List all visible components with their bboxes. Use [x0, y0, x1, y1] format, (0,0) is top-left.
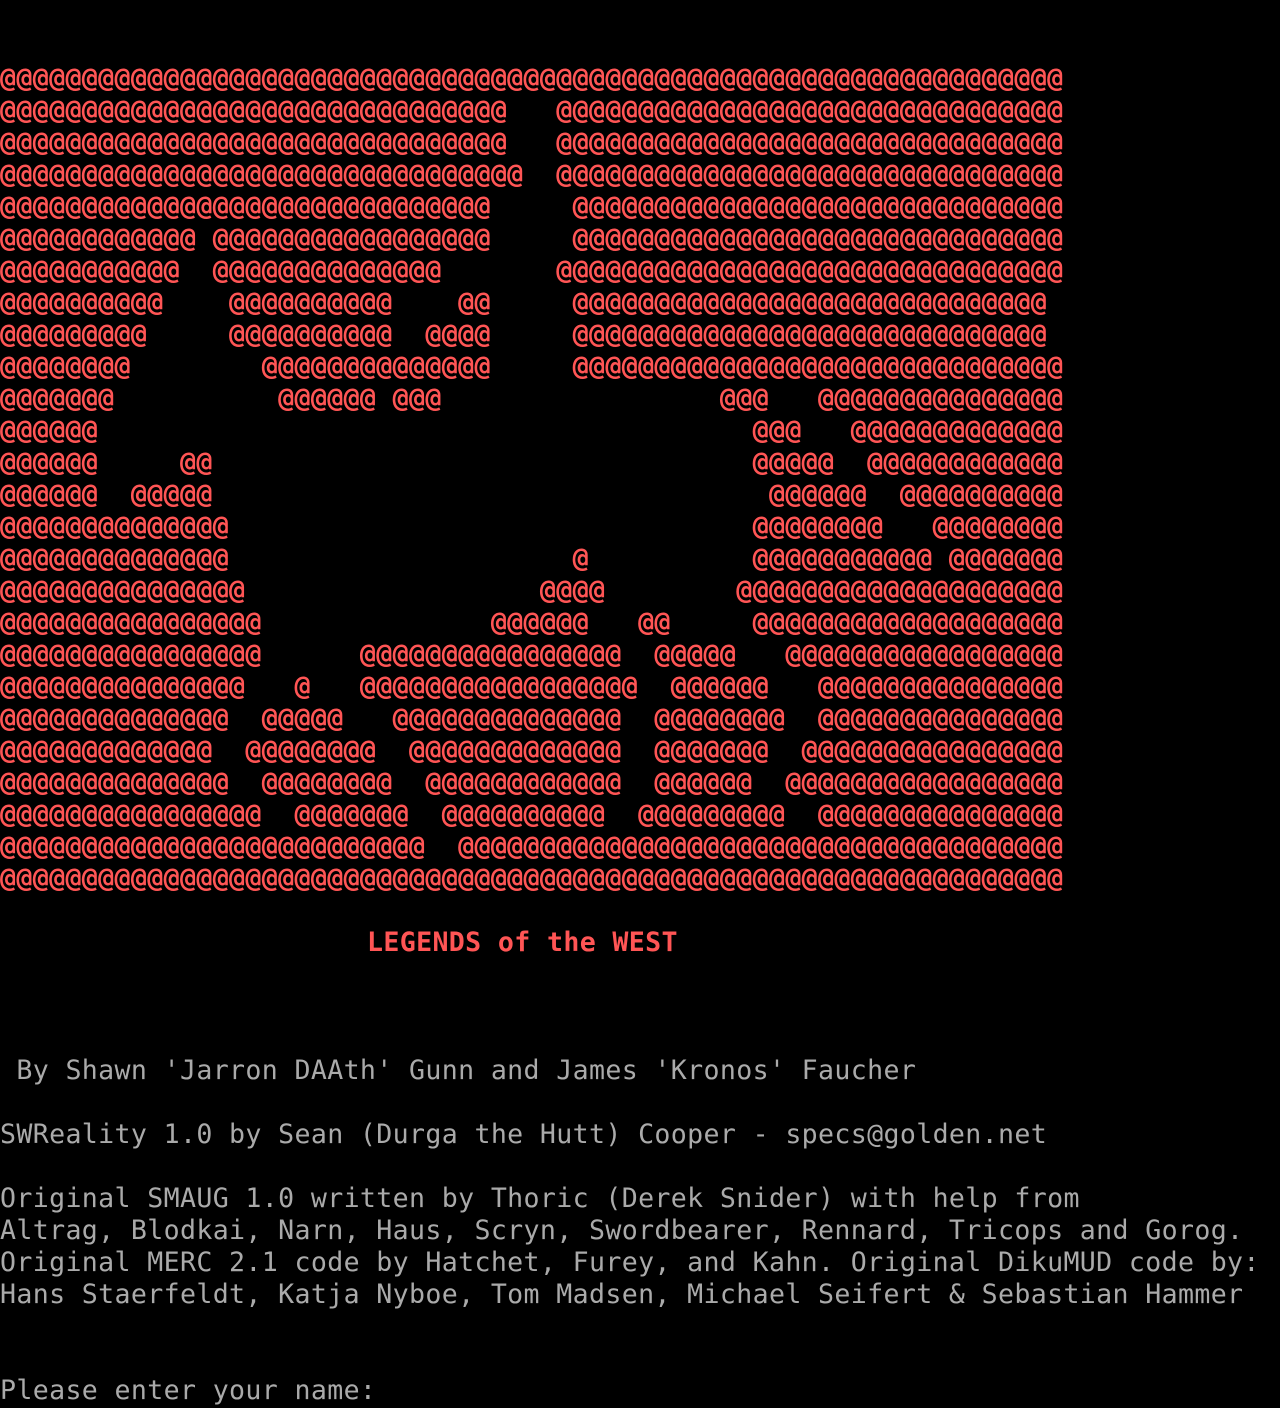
ascii-art-row: @@@@@@@@@@@@@@ @@@@@@@@ @@@@@@@@@@@@ @@@… [0, 767, 1064, 798]
ascii-art-row: @@@@@@@@@@@@@@ @@@@@ @@@@@@@@@@@@@@ @@@@… [0, 703, 1064, 734]
ascii-art-row: @@@@@@@ @@@@@@ @@@ @@@ @@@@@@@@@@@@@@@ [0, 383, 1064, 414]
ascii-art-row: @@@@@@@@@@@@@ @@@@@@@@ @@@@@@@@@@@@@ @@@… [0, 735, 1064, 766]
game-title: LEGENDS of the WEST [367, 927, 678, 958]
credits-smaug-line-2: Altrag, Blodkai, Narn, Haus, Scryn, Swor… [0, 1215, 1244, 1246]
login-prompt: Please enter your name: [0, 1375, 377, 1406]
credits-swreality: SWReality 1.0 by Sean (Durga the Hutt) C… [0, 1119, 1048, 1150]
ascii-art-row: @@@@@@@@@@@@@@@@@@@@@@@@@@@@@@@@ @@@@@@@… [0, 159, 1064, 190]
credits-smaug-line-1: Original SMAUG 1.0 written by Thoric (De… [0, 1183, 1080, 1214]
name-input[interactable] [370, 1375, 970, 1407]
credits-smaug-line-3: Original MERC 2.1 code by Hatchet, Furey… [0, 1247, 1260, 1278]
terminal-screen: @@@@@@@@@@@@@@@@@@@@@@@@@@@@@@@@@@@@@@@@… [0, 0, 1280, 1408]
ascii-art-row: @@@@@@@@ @@@@@@@@@@@@@@ @@@@@@@@@@@@@@@@… [0, 351, 1064, 382]
ascii-art-row: @@@@@@@@@@@@@@@ @ @@@@@@@@@@@@@@@@@ @@@@… [0, 671, 1064, 702]
ascii-art-row: @@@@@@@@@@@@@@@@@@@@@@@@@@ @@@@@@@@@@@@@… [0, 831, 1064, 862]
ascii-art-row: @@@@@@@@@@@@ @@@@@@@@@@@@@@@@@ @@@@@@@@@… [0, 223, 1064, 254]
ascii-art-row: @@@@@@@@@@@@@@ @ @@@@@@@@@@@ @@@@@@@ [0, 543, 1064, 574]
credits-smaug-line-4: Hans Staerfeldt, Katja Nyboe, Tom Madsen… [0, 1279, 1244, 1310]
credits-authors: By Shawn 'Jarron DAAth' Gunn and James '… [0, 1055, 917, 1086]
ascii-art-row: @@@@@@@@@@@@@@@ @@@@ @@@@@@@@@@@@@@@@@@@… [0, 575, 1064, 606]
ascii-art-row: @@@@@@ @@@ @@@@@@@@@@@@@ [0, 415, 1064, 446]
ascii-art-row: @@@@@@@@@@@@@@@@ @@@@@@ @@ @@@@@@@@@@@@@… [0, 607, 1064, 638]
ascii-art-row: @@@@@@@@@@@@@@@@@@@@@@@@@@@@@@@@@@@@@@@@… [0, 63, 1064, 94]
ascii-art-row: @@@@@@@@@@ @@@@@@@@@@ @@ @@@@@@@@@@@@@@@… [0, 287, 1048, 318]
ascii-art-row: @@@@@@@@@ @@@@@@@@@@ @@@@ @@@@@@@@@@@@@@… [0, 319, 1048, 350]
ascii-art-row: @@@@@@@@@@@@@@@@@@@@@@@@@@@@@@@ @@@@@@@@… [0, 95, 1064, 126]
ascii-art-row: @@@@@@@@@@@@@@@@ @@@@@@@@@@@@@@@@ @@@@@ … [0, 639, 1064, 670]
ascii-art-row: @@@@@@@@@@@ @@@@@@@@@@@@@@ @@@@@@@@@@@@@… [0, 255, 1064, 286]
ascii-art-row: @@@@@@ @@ @@@@@ @@@@@@@@@@@@ [0, 447, 1064, 478]
ascii-art-row: @@@@@@@@@@@@@@@@@@@@@@@@@@@@@@ @@@@@@@@@… [0, 191, 1064, 222]
ascii-art-row: @@@@@@@@@@@@@@@@@@@@@@@@@@@@@@@ @@@@@@@@… [0, 127, 1064, 158]
ascii-art-row: @@@@@@@@@@@@@@@@ @@@@@@@ @@@@@@@@@@ @@@@… [0, 799, 1064, 830]
ascii-art-row: @@@@@@ @@@@@ @@@@@@ @@@@@@@@@@ [0, 479, 1064, 510]
ascii-art-row: @@@@@@@@@@@@@@@@@@@@@@@@@@@@@@@@@@@@@@@@… [0, 863, 1064, 894]
ascii-art-row: @@@@@@@@@@@@@@ @@@@@@@@ @@@@@@@@ [0, 511, 1064, 542]
